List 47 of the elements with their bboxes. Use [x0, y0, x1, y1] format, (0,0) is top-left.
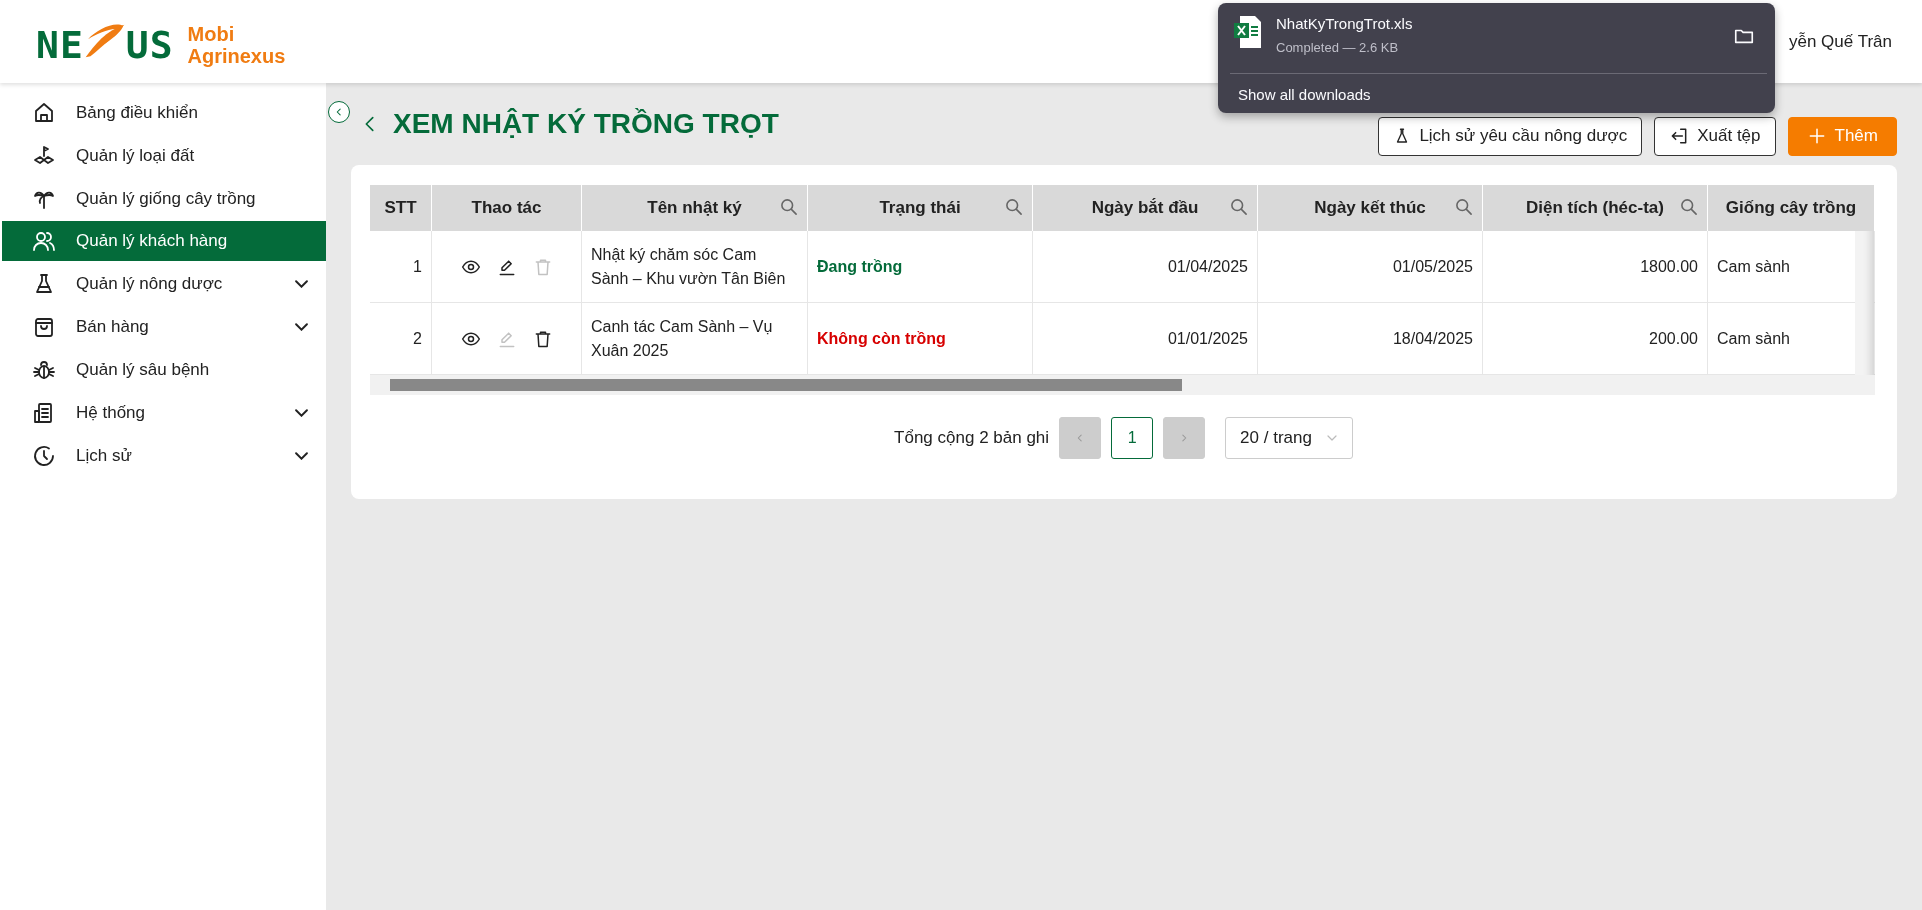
- search-icon[interactable]: [1006, 199, 1022, 215]
- sidebar-item[interactable]: Quản lý sâu bệnh: [2, 348, 326, 391]
- logo-wordmark: NE: [36, 22, 84, 67]
- table-cell: 01/01/2025: [1033, 303, 1258, 374]
- sidebar-item[interactable]: Quản lý giống cây trồng: [2, 177, 326, 220]
- brand-name: Mobi: [187, 22, 236, 45]
- status-text: Không còn trồng: [817, 328, 946, 349]
- user-name[interactable]: yễn Quế Trân: [1789, 31, 1892, 52]
- sidebar-item[interactable]: Bảng điều khiển: [2, 91, 326, 134]
- total-records: Tổng cộng 2 bản ghi: [894, 428, 1050, 448]
- page-size-select[interactable]: 20 / trang: [1225, 417, 1353, 459]
- clock-icon: [32, 443, 56, 468]
- sidebar-item[interactable]: Quản lý khách hàng: [2, 221, 326, 261]
- house-icon: [32, 100, 56, 125]
- sidebar-item[interactable]: Quản lý nông dược: [2, 262, 326, 305]
- download-status: Completed — 2.6 KB: [1276, 40, 1400, 55]
- search-icon[interactable]: [1681, 199, 1697, 215]
- table-cell: 18/04/2025: [1258, 303, 1483, 374]
- sidebar-item[interactable]: Bán hàng: [2, 305, 326, 348]
- table-cell: 01/05/2025: [1258, 231, 1483, 302]
- brand-name: Agrinexus: [187, 44, 286, 67]
- table-cell: 1800.00: [1483, 231, 1708, 302]
- table-cell: 2: [370, 303, 432, 374]
- users-icon: [32, 229, 56, 253]
- table-cell: 1: [370, 231, 432, 302]
- sidebar-item[interactable]: Quản lý loại đất: [2, 134, 326, 177]
- sidebar-item[interactable]: Hệ thống: [2, 391, 326, 434]
- spreadsheet-file-icon: [1234, 15, 1262, 49]
- collapse-sidebar-button[interactable]: [328, 101, 350, 123]
- history-button[interactable]: Lịch sử yêu cầu nông dược: [1378, 116, 1643, 156]
- table-cell: 01/04/2025: [1033, 231, 1258, 302]
- table-cell: Nhật ký chăm sóc Cam Sành – Khu vườn Tân Biên: [582, 231, 808, 302]
- logo-wordmark: US: [125, 22, 174, 67]
- show-all-downloads-link[interactable]: Show all downloads: [1238, 86, 1371, 103]
- export-button[interactable]: Xuất tệp: [1654, 116, 1776, 156]
- table-cell: 200.00: [1483, 303, 1708, 374]
- file-name[interactable]: NhatKyTrongTrot.xls: [1276, 15, 1719, 32]
- table-cell: Cam sành: [1708, 303, 1875, 374]
- status-text: Đang trồng: [817, 256, 903, 277]
- search-icon[interactable]: [1231, 199, 1247, 215]
- page-title: XEM NHẬT KÝ TRỒNG TRỌT: [393, 108, 779, 140]
- sidebar-item[interactable]: Lịch sử: [2, 434, 326, 477]
- page-button[interactable]: 1: [1111, 417, 1154, 459]
- search-icon[interactable]: [1456, 199, 1472, 215]
- table-cell: Canh tác Cam Sành – Vụ Xuân 2025: [582, 303, 808, 374]
- search-icon[interactable]: [781, 199, 797, 215]
- table-cell: Cam sành: [1708, 231, 1875, 302]
